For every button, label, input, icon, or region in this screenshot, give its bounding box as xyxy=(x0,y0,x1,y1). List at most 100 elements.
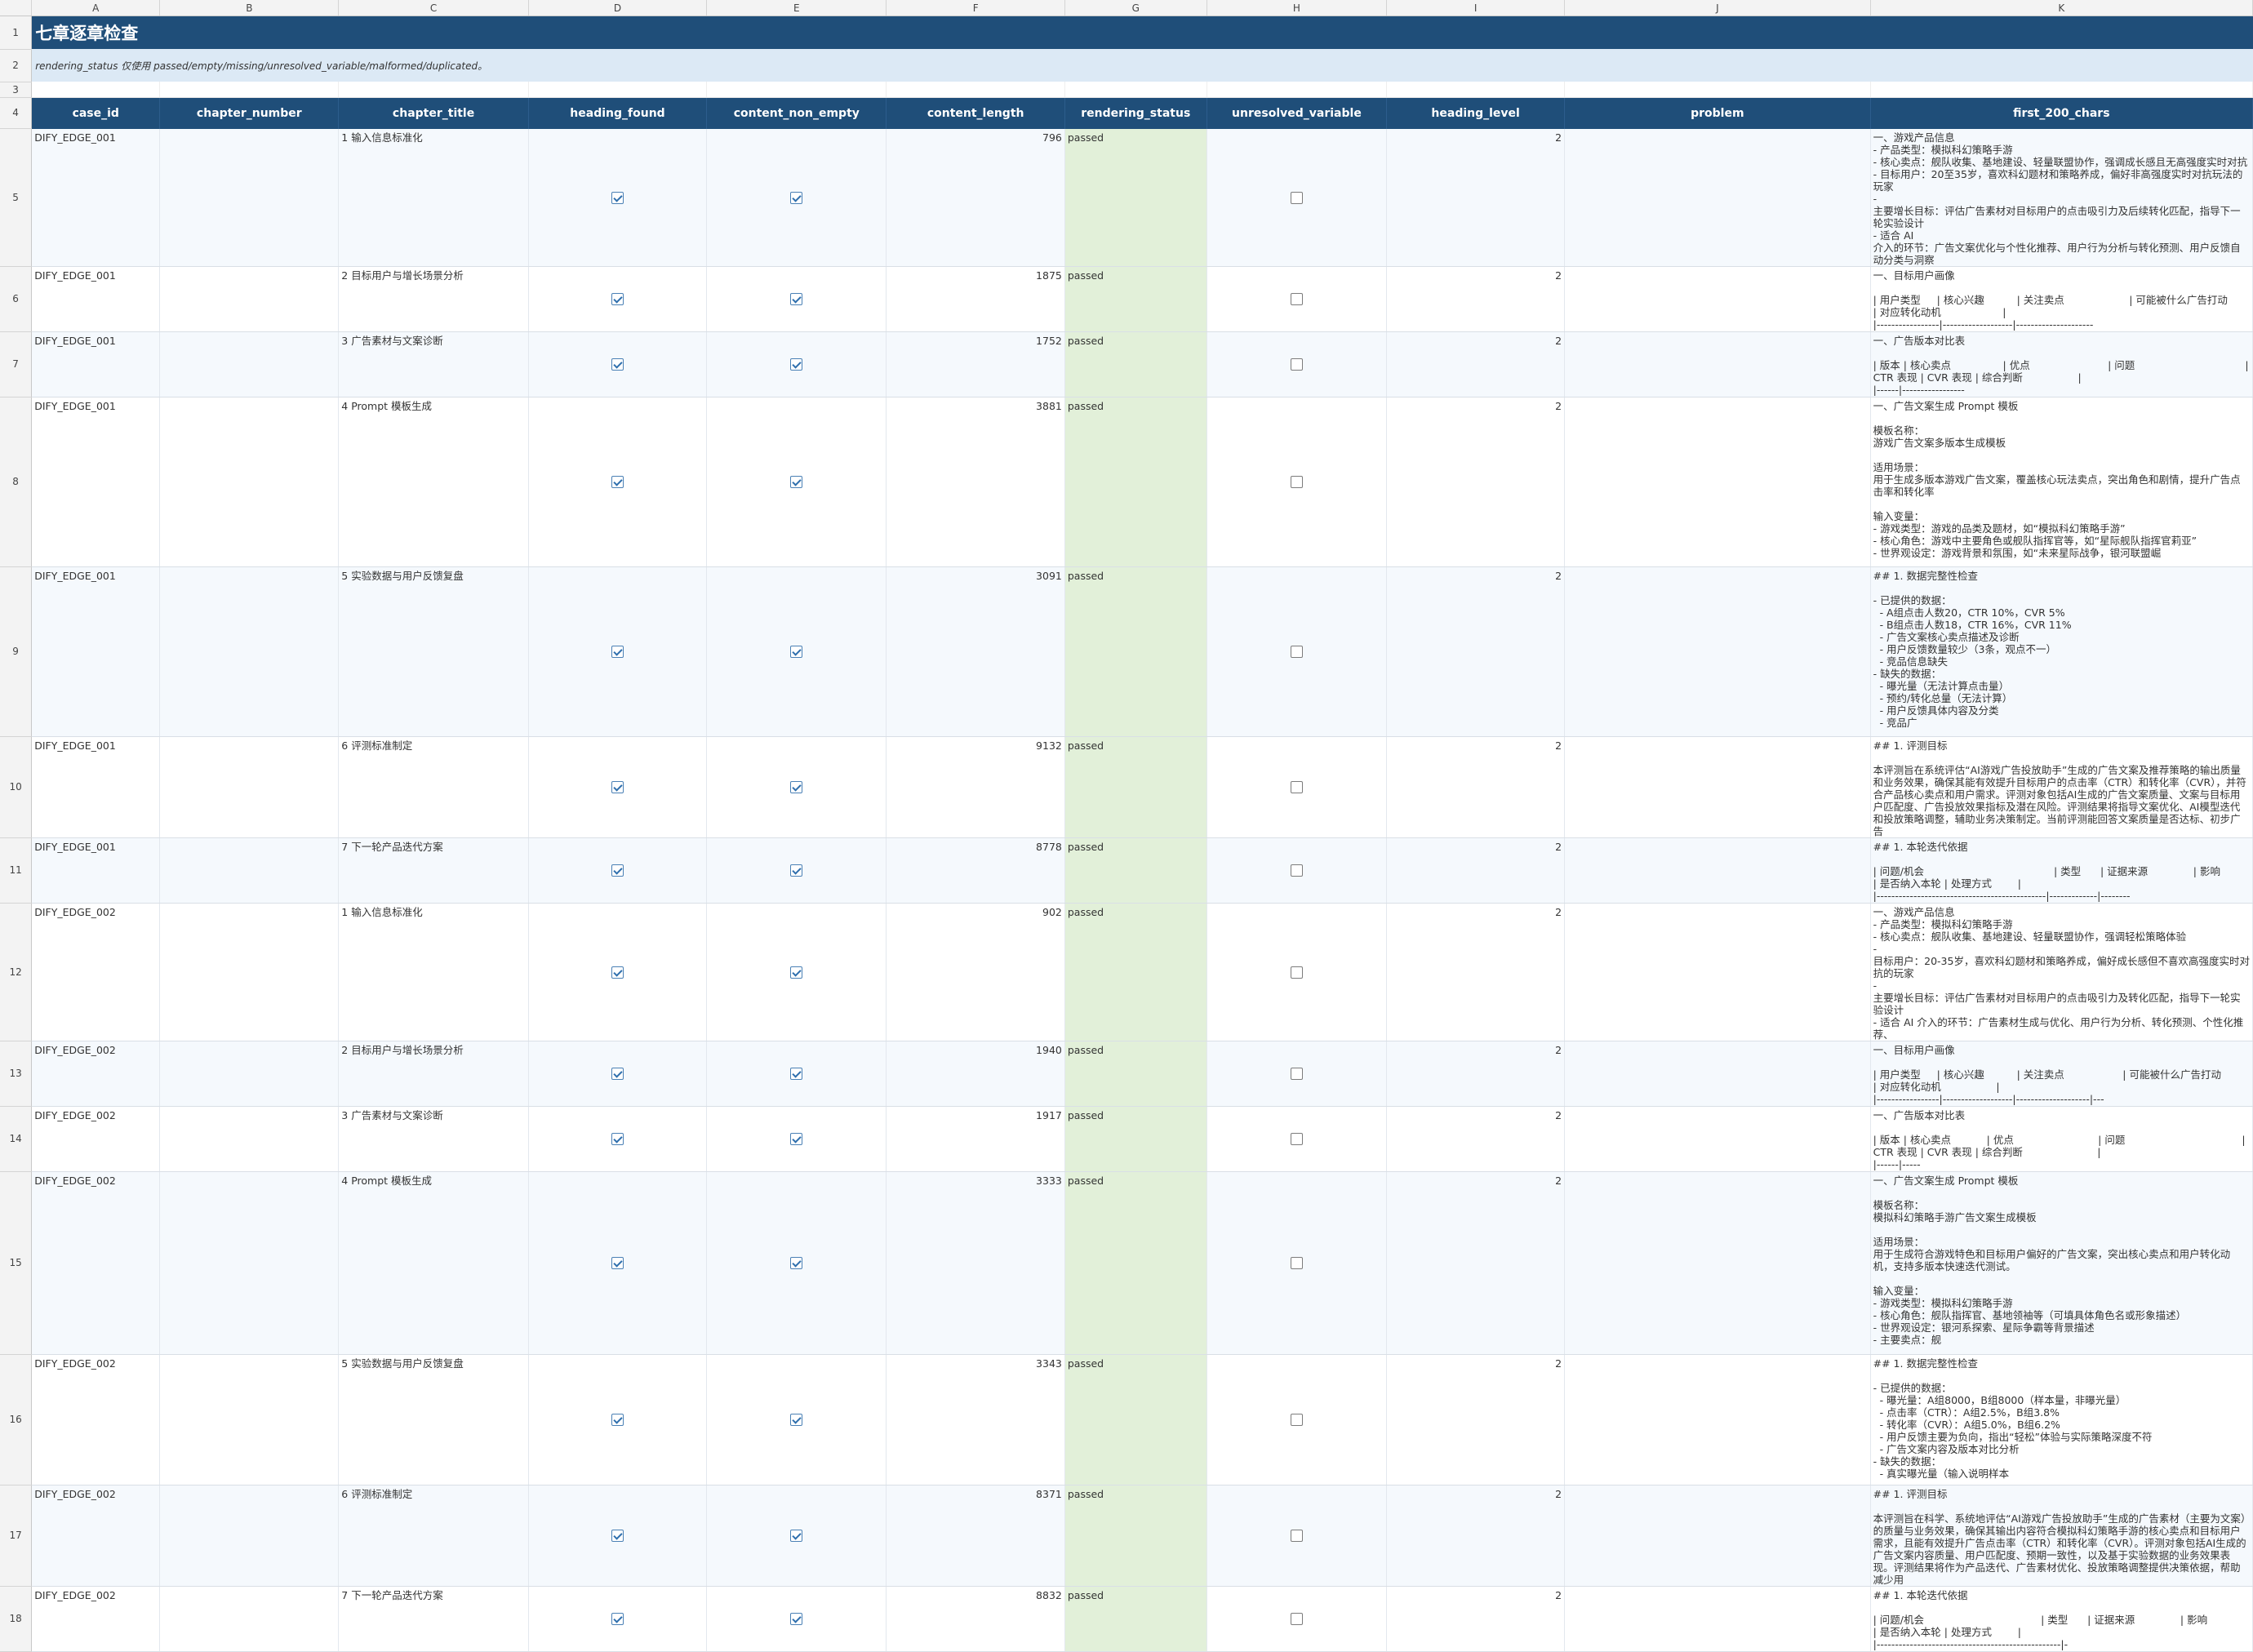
cell[interactable] xyxy=(1064,82,1207,98)
unresolved-variable-cell[interactable] xyxy=(1206,266,1388,332)
heading-found-checkbox[interactable] xyxy=(611,966,624,979)
heading-level-cell[interactable]: 2 xyxy=(1386,1485,1566,1587)
content-non-empty-cell[interactable] xyxy=(706,837,887,904)
heading-level-cell[interactable]: 2 xyxy=(1386,397,1566,567)
problem-cell[interactable] xyxy=(1564,903,1871,1041)
unresolved-variable-checkbox[interactable] xyxy=(1290,864,1303,877)
header-case-id[interactable]: case_id xyxy=(31,97,161,129)
content-non-empty-checkbox[interactable] xyxy=(790,293,803,305)
chapter-number-cell[interactable] xyxy=(159,1586,340,1652)
chapter-number-cell[interactable] xyxy=(159,903,340,1041)
unresolved-variable-checkbox[interactable] xyxy=(1290,1068,1303,1080)
header-content-length[interactable]: content_length xyxy=(886,97,1065,129)
row-number[interactable]: 4 xyxy=(0,97,33,129)
heading-found-cell[interactable] xyxy=(528,1485,708,1587)
heading-level-cell[interactable]: 2 xyxy=(1386,331,1566,397)
first-200-chars-cell[interactable]: ## 1. 数据完整性检查 - 已提供的数据： - 曝光量：A组8000，B组8… xyxy=(1870,1354,2253,1485)
heading-level-cell[interactable]: 2 xyxy=(1386,266,1566,332)
heading-found-cell[interactable] xyxy=(528,331,708,397)
cell[interactable] xyxy=(1870,82,2253,98)
content-non-empty-cell[interactable] xyxy=(706,1041,887,1107)
content-length-cell[interactable]: 796 xyxy=(886,128,1065,267)
column-letter[interactable]: G xyxy=(1064,0,1207,16)
cell[interactable] xyxy=(159,82,340,98)
unresolved-variable-cell[interactable] xyxy=(1206,128,1388,267)
case-id-cell[interactable]: DIFY_EDGE_001 xyxy=(31,736,161,838)
unresolved-variable-cell[interactable] xyxy=(1206,1586,1388,1652)
heading-found-checkbox[interactable] xyxy=(611,1414,624,1426)
problem-cell[interactable] xyxy=(1564,1485,1871,1587)
chapter-title-cell[interactable]: 6 评测标准制定 xyxy=(338,736,529,838)
heading-found-cell[interactable] xyxy=(528,266,708,332)
cell[interactable] xyxy=(706,82,887,98)
column-letter[interactable]: D xyxy=(528,0,708,16)
first-200-chars-cell[interactable]: 一、目标用户画像 | 用户类型 | 核心兴趣 | 关注卖点 | 可能被什么广告打… xyxy=(1870,1041,2253,1107)
chapter-title-cell[interactable]: 5 实验数据与用户反馈复盘 xyxy=(338,1354,529,1485)
content-non-empty-checkbox[interactable] xyxy=(790,191,803,204)
chapter-title-cell[interactable]: 2 目标用户与增长场景分析 xyxy=(338,1041,529,1107)
problem-cell[interactable] xyxy=(1564,837,1871,904)
unresolved-variable-checkbox[interactable] xyxy=(1290,476,1303,488)
problem-cell[interactable] xyxy=(1564,266,1871,332)
cell[interactable] xyxy=(338,82,529,98)
content-non-empty-cell[interactable] xyxy=(706,266,887,332)
heading-found-cell[interactable] xyxy=(528,566,708,737)
column-letter[interactable]: H xyxy=(1206,0,1388,16)
heading-found-checkbox[interactable] xyxy=(611,358,624,371)
chapter-number-cell[interactable] xyxy=(159,837,340,904)
heading-found-cell[interactable] xyxy=(528,903,708,1041)
unresolved-variable-cell[interactable] xyxy=(1206,1171,1388,1355)
unresolved-variable-checkbox[interactable] xyxy=(1290,1530,1303,1542)
chapter-number-cell[interactable] xyxy=(159,397,340,567)
rendering-status-cell[interactable]: passed xyxy=(1064,1041,1207,1107)
unresolved-variable-cell[interactable] xyxy=(1206,397,1388,567)
problem-cell[interactable] xyxy=(1564,566,1871,737)
rendering-status-cell[interactable]: passed xyxy=(1064,128,1207,267)
content-length-cell[interactable]: 1940 xyxy=(886,1041,1065,1107)
row-number[interactable]: 2 xyxy=(0,49,33,82)
first-200-chars-cell[interactable]: 一、广告版本对比表 | 版本 | 核心卖点 | 优点 | 问题 | CTR 表现… xyxy=(1870,1106,2253,1172)
heading-found-checkbox[interactable] xyxy=(611,1257,624,1269)
first-200-chars-cell[interactable]: 一、游戏产品信息 - 产品类型：模拟科幻策略手游 - 核心卖点：舰队收集、基地建… xyxy=(1870,128,2253,267)
header-rendering-status[interactable]: rendering_status xyxy=(1064,97,1207,129)
content-non-empty-checkbox[interactable] xyxy=(790,781,803,793)
first-200-chars-cell[interactable]: ## 1. 评测目标 本评测旨在科学、系统地评估“AI游戏广告投放助手”生成的广… xyxy=(1870,1485,2253,1587)
content-non-empty-cell[interactable] xyxy=(706,736,887,838)
first-200-chars-cell[interactable]: ## 1. 评测目标 本评测旨在系统评估“AI游戏广告投放助手”生成的广告文案及… xyxy=(1870,736,2253,838)
row-number[interactable]: 13 xyxy=(0,1041,33,1107)
heading-level-cell[interactable]: 2 xyxy=(1386,1041,1566,1107)
heading-level-cell[interactable]: 2 xyxy=(1386,903,1566,1041)
content-non-empty-cell[interactable] xyxy=(706,331,887,397)
case-id-cell[interactable]: DIFY_EDGE_001 xyxy=(31,266,161,332)
cell[interactable] xyxy=(1386,82,1566,98)
chapter-title-cell[interactable]: 3 广告素材与文案诊断 xyxy=(338,1106,529,1172)
content-non-empty-cell[interactable] xyxy=(706,1485,887,1587)
row-number[interactable]: 10 xyxy=(0,736,33,838)
content-non-empty-checkbox[interactable] xyxy=(790,1068,803,1080)
header-unresolved-variable[interactable]: unresolved_variable xyxy=(1206,97,1388,129)
chapter-number-cell[interactable] xyxy=(159,266,340,332)
rendering-status-cell[interactable]: passed xyxy=(1064,1354,1207,1485)
row-number[interactable]: 17 xyxy=(0,1485,33,1587)
case-id-cell[interactable]: DIFY_EDGE_001 xyxy=(31,128,161,267)
content-non-empty-cell[interactable] xyxy=(706,903,887,1041)
heading-found-checkbox[interactable] xyxy=(611,646,624,658)
chapter-title-cell[interactable]: 4 Prompt 模板生成 xyxy=(338,1171,529,1355)
heading-level-cell[interactable]: 2 xyxy=(1386,1354,1566,1485)
content-length-cell[interactable]: 9132 xyxy=(886,736,1065,838)
heading-found-checkbox[interactable] xyxy=(611,864,624,877)
cell[interactable] xyxy=(528,82,708,98)
column-letter[interactable]: E xyxy=(706,0,887,16)
unresolved-variable-checkbox[interactable] xyxy=(1290,191,1303,204)
content-non-empty-checkbox[interactable] xyxy=(790,358,803,371)
first-200-chars-cell[interactable]: ## 1. 数据完整性检查 - 已提供的数据： - A组点击人数20，CTR 1… xyxy=(1870,566,2253,737)
rendering-status-cell[interactable]: passed xyxy=(1064,1586,1207,1652)
heading-found-checkbox[interactable] xyxy=(611,1133,624,1145)
content-length-cell[interactable]: 3343 xyxy=(886,1354,1065,1485)
column-letter[interactable]: F xyxy=(886,0,1065,16)
chapter-number-cell[interactable] xyxy=(159,128,340,267)
status-note[interactable]: rendering_status 仅使用 passed/empty/missin… xyxy=(31,49,2253,82)
content-length-cell[interactable]: 1875 xyxy=(886,266,1065,332)
chapter-title-cell[interactable]: 1 输入信息标准化 xyxy=(338,128,529,267)
chapter-number-cell[interactable] xyxy=(159,1106,340,1172)
